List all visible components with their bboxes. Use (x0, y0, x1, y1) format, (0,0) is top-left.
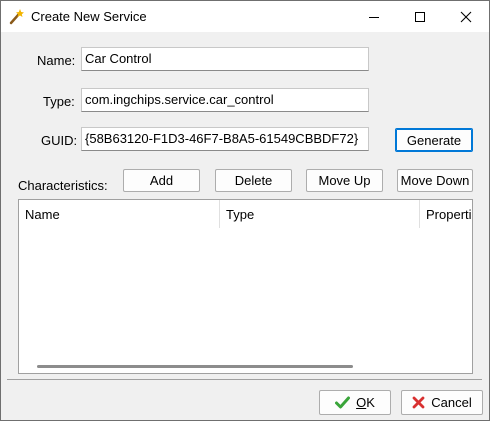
title-bar: Create New Service (1, 1, 489, 32)
type-field[interactable]: com.ingchips.service.car_control (81, 88, 369, 112)
delete-button[interactable]: Delete (215, 169, 292, 192)
ok-button[interactable]: OK (319, 390, 391, 415)
column-header-type[interactable]: Type (220, 200, 420, 228)
name-field[interactable]: Car Control (81, 47, 369, 71)
close-button[interactable] (443, 1, 489, 32)
create-service-dialog: Create New Service Name: Car Control Typ… (0, 0, 490, 421)
maximize-button[interactable] (397, 1, 443, 32)
cancel-label: Cancel (431, 395, 472, 410)
characteristics-table[interactable]: Name Type Properties (18, 199, 473, 374)
add-button[interactable]: Add (123, 169, 200, 192)
move-down-button[interactable]: Move Down (397, 169, 473, 192)
characteristics-label: Characteristics: (18, 178, 108, 193)
cancel-button[interactable]: Cancel (401, 390, 483, 415)
footer-separator (7, 379, 482, 380)
checkmark-icon (335, 396, 351, 409)
ok-label-rest: K (366, 395, 375, 410)
column-header-name[interactable]: Name (19, 200, 220, 228)
name-label: Name: (37, 53, 76, 68)
scrollbar-thumb[interactable] (37, 365, 353, 368)
window-title: Create New Service (31, 9, 147, 24)
wand-icon (8, 8, 25, 25)
ok-mnemonic: O (356, 395, 367, 410)
guid-field[interactable]: {58B63120-F1D3-46F7-B8A5-61549CBBDF72} (81, 127, 369, 151)
ok-label: OK (356, 395, 375, 410)
close-icon (460, 11, 472, 22)
column-header-properties[interactable]: Properties (420, 200, 472, 228)
move-up-button[interactable]: Move Up (306, 169, 383, 192)
minimize-button[interactable] (351, 1, 397, 32)
horizontal-scrollbar[interactable] (19, 360, 472, 373)
type-label: Type: (43, 94, 75, 109)
guid-label: GUID: (41, 133, 78, 148)
minimize-icon (369, 16, 379, 18)
generate-button[interactable]: Generate (395, 128, 473, 152)
maximize-icon (415, 11, 425, 22)
x-icon (412, 396, 425, 409)
